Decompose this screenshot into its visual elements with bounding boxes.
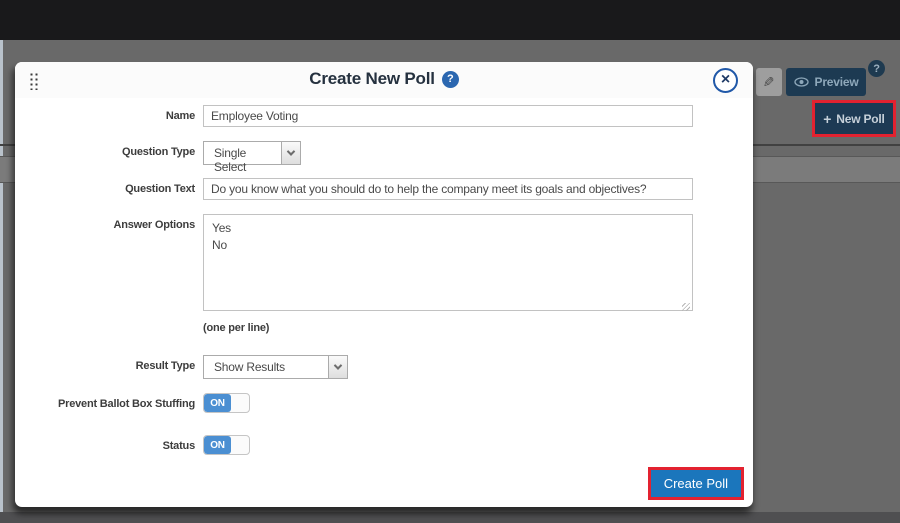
one-per-line-hint: (one per line): [203, 322, 270, 334]
create-new-poll-modal: Create New Poll ? × Name Question Type S…: [15, 62, 753, 507]
resize-handle[interactable]: [682, 303, 690, 311]
answer-options-textarea[interactable]: Yes No: [203, 214, 693, 311]
result-type-value: Show Results: [214, 360, 285, 374]
footer-bar: [0, 512, 900, 523]
toggle-on-label: ON: [204, 394, 231, 412]
chevron-down-icon: [281, 142, 300, 164]
name-row: Name: [15, 105, 753, 127]
question-text-row: Question Text: [15, 178, 753, 200]
create-poll-form: Name Question Type Single Select Questio…: [15, 98, 753, 455]
prevent-ballot-box-stuffing-label: Prevent Ballot Box Stuffing: [58, 398, 195, 410]
result-type-label: Result Type: [135, 360, 196, 372]
status-row: Status ON: [15, 435, 753, 455]
question-type-select[interactable]: Single Select: [203, 141, 301, 174]
modal-header: Create New Poll ? ×: [15, 62, 753, 98]
page-help-icon[interactable]: ?: [868, 60, 885, 77]
new-poll-button[interactable]: + New Poll: [815, 103, 893, 134]
eye-icon: [793, 77, 809, 87]
question-type-label: Question Type: [122, 146, 195, 158]
edit-button[interactable]: ✎: [756, 68, 782, 96]
toggle-on-label: ON: [204, 436, 231, 454]
prevent-ballot-box-stuffing-row: Prevent Ballot Box Stuffing ON: [15, 393, 753, 413]
page-left-edge: [0, 40, 3, 523]
annotation-highlight-new-poll: + New Poll: [812, 100, 896, 137]
new-poll-button-label: New Poll: [836, 111, 885, 126]
preview-button[interactable]: Preview: [786, 68, 866, 96]
chevron-down-icon: [328, 356, 347, 378]
question-text-label: Question Text: [125, 183, 195, 195]
result-type-select[interactable]: Show Results: [203, 355, 348, 379]
pencil-icon: ✎: [763, 73, 775, 90]
modal-help-icon[interactable]: ?: [441, 70, 459, 88]
name-input[interactable]: [203, 105, 693, 127]
answer-options-label: Answer Options: [113, 219, 195, 231]
prevent-ballot-box-stuffing-toggle[interactable]: ON: [203, 393, 250, 413]
top-nav-bar: [0, 0, 900, 40]
plus-icon: +: [823, 110, 832, 127]
question-type-value: Single Select: [214, 146, 247, 174]
modal-title: Create New Poll: [309, 69, 435, 88]
question-type-row: Question Type Single Select: [15, 141, 753, 174]
annotation-highlight-create-poll: Create Poll: [647, 467, 744, 500]
status-toggle[interactable]: ON: [203, 435, 250, 455]
status-label: Status: [162, 440, 196, 452]
answer-options-hint-row: (one per line): [15, 322, 753, 334]
question-text-input[interactable]: [203, 178, 693, 200]
name-label: Name: [165, 110, 195, 122]
answer-options-row: Answer Options Yes No: [15, 214, 753, 316]
result-type-row: Result Type Show Results: [15, 355, 753, 379]
close-icon[interactable]: ×: [713, 68, 738, 93]
preview-button-label: Preview: [814, 75, 859, 89]
create-poll-button[interactable]: Create Poll: [650, 470, 741, 497]
